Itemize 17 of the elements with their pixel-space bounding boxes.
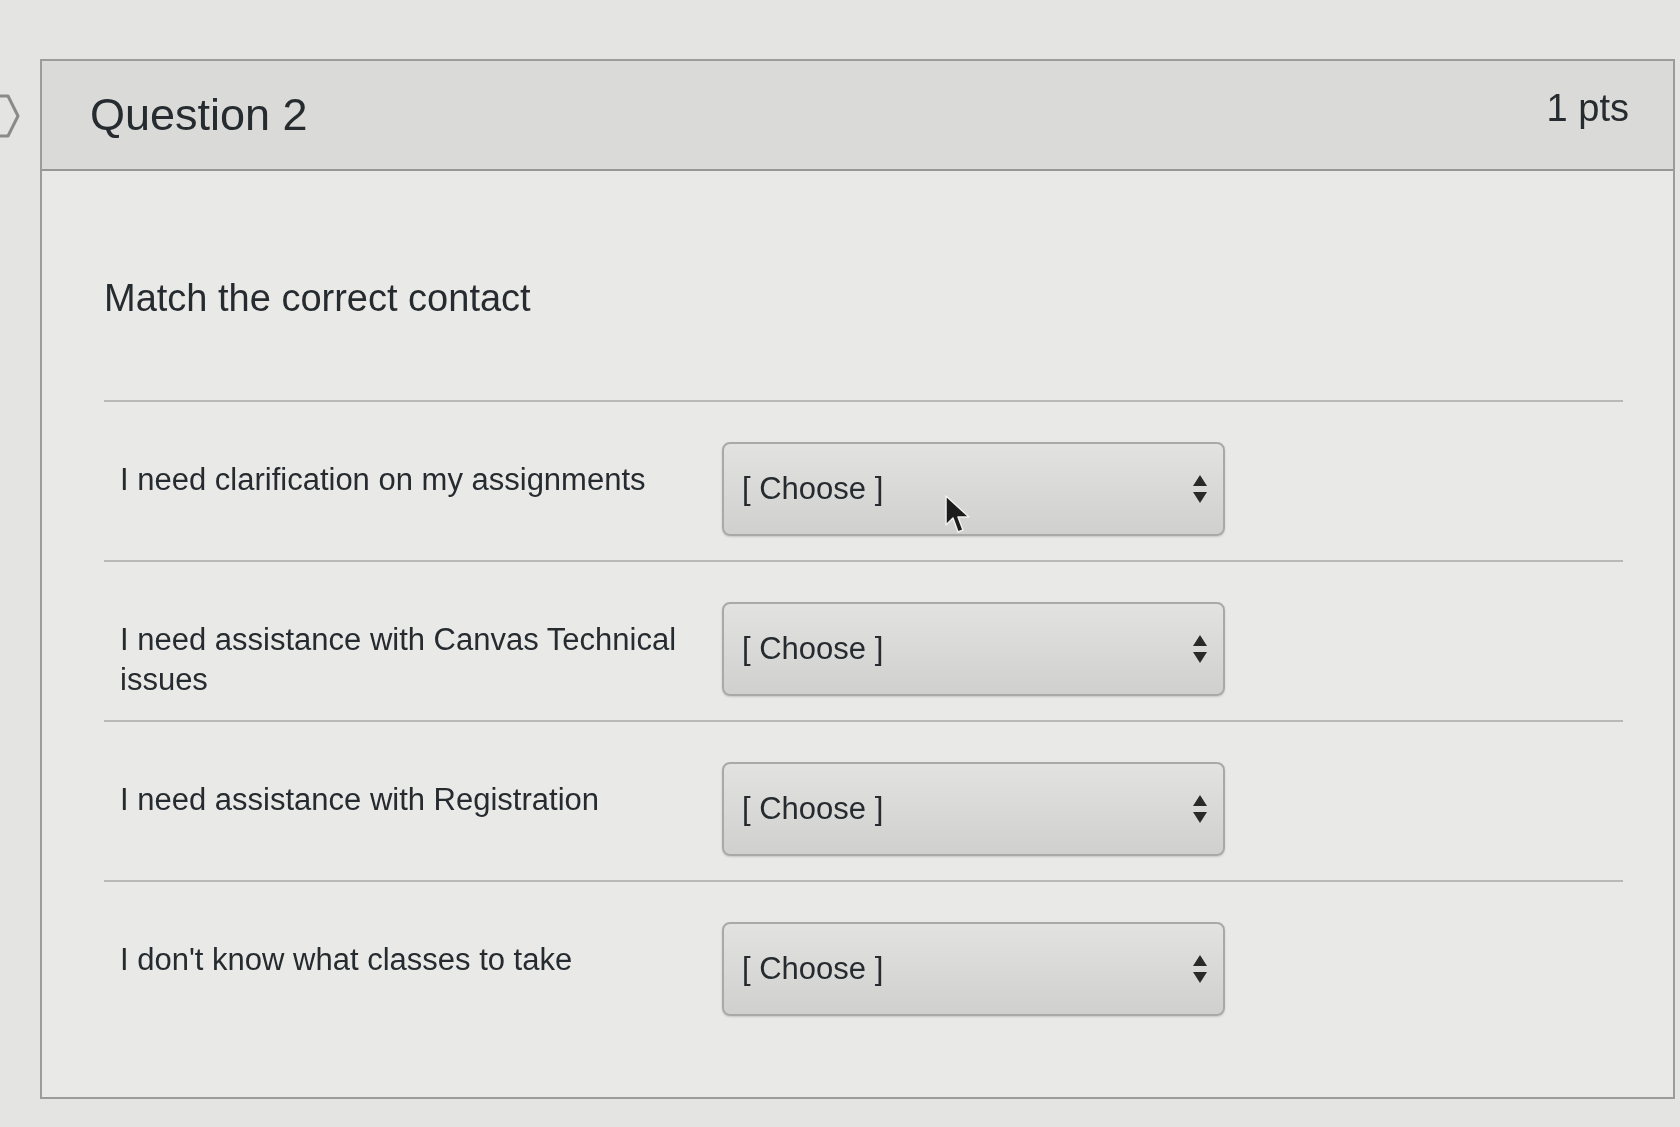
answer-dropdown[interactable]: [ Choose ] — [722, 922, 1225, 1016]
points-text: 1 pts — [1546, 86, 1629, 131]
up-down-arrows-icon — [1193, 635, 1207, 663]
statement-text: I need clarification on my assignments — [120, 461, 647, 499]
statement-text: I need assistance with Registration — [120, 781, 601, 819]
answer-dropdown[interactable]: [ Choose ] — [722, 442, 1225, 536]
question-title: Question 2 — [90, 88, 308, 142]
mouse-pointer-icon — [945, 495, 971, 535]
question-prompt: Match the correct contact — [104, 277, 531, 319]
up-down-arrows-icon — [1193, 955, 1207, 983]
up-down-arrows-icon — [1193, 475, 1207, 503]
chevron-right-icon[interactable] — [0, 94, 20, 138]
answer-dropdown[interactable]: [ Choose ] — [722, 762, 1225, 856]
statement-text: I don't know what classes to take — [120, 941, 574, 979]
answer-dropdown[interactable]: [ Choose ] — [722, 602, 1225, 696]
up-down-arrows-icon — [1193, 795, 1207, 823]
statement-text: I need assistance with Canvas Technical issues — [120, 621, 678, 699]
